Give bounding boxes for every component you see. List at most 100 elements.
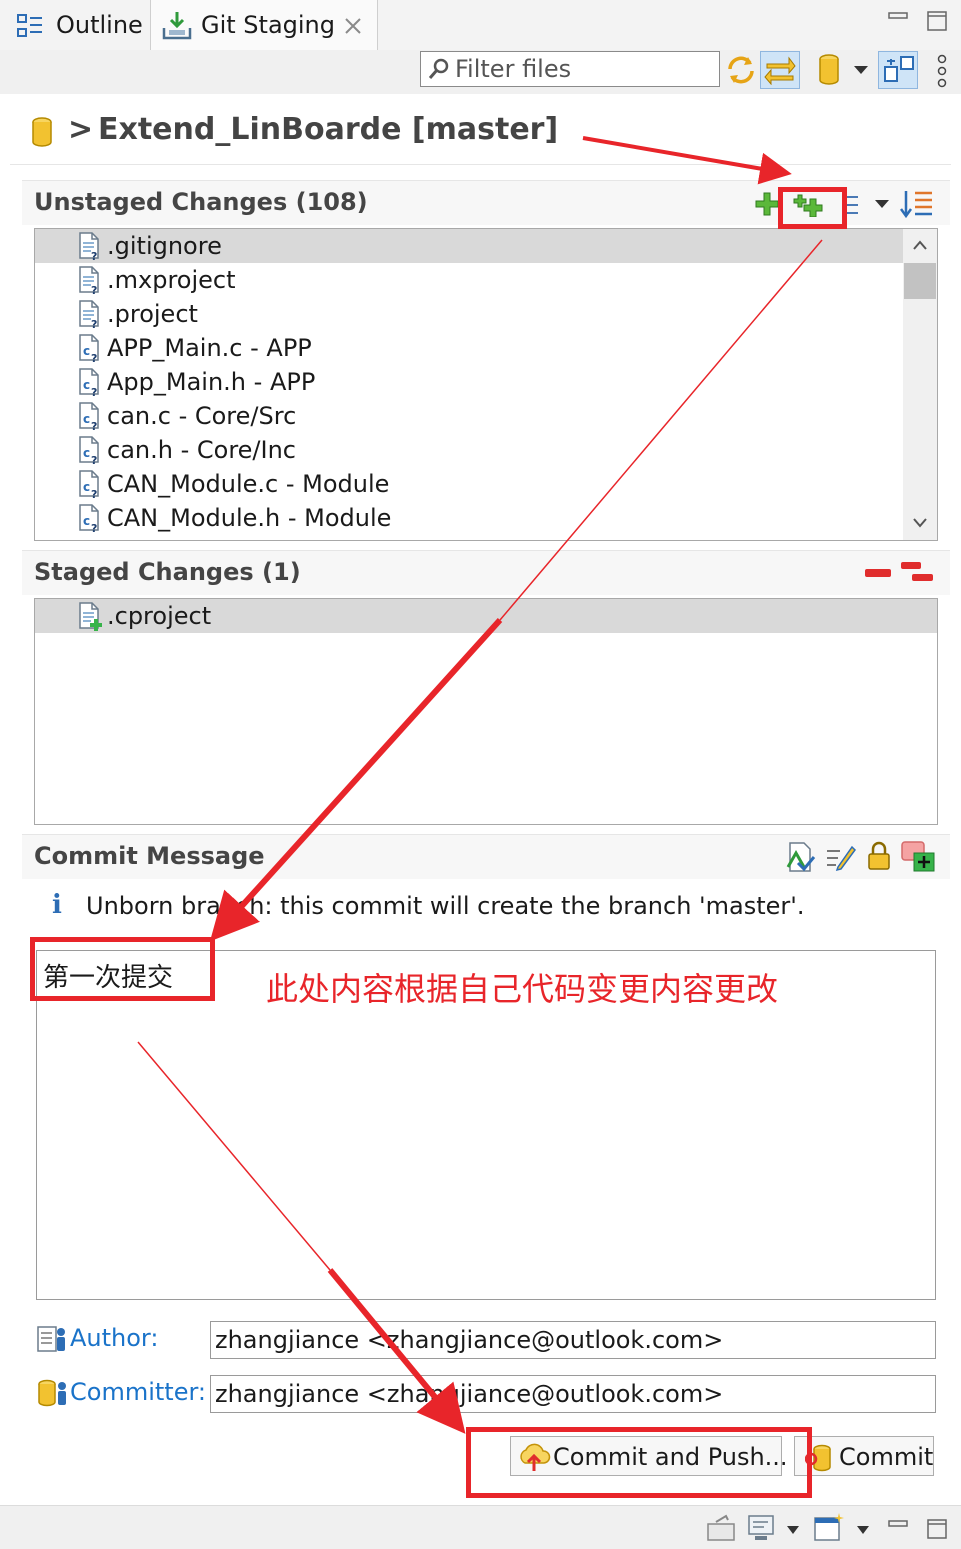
edit-message-icon[interactable] [824, 841, 856, 873]
commit-label: Commit [839, 1443, 934, 1471]
maximize-icon[interactable] [926, 1518, 948, 1540]
committer-field[interactable]: zhangjiance <zhangjiance@outlook.com> [210, 1375, 936, 1413]
author-value: zhangjiance <zhangjiance@outlook.com> [215, 1326, 724, 1354]
tab-git-staging[interactable]: Git Staging [150, 0, 378, 50]
scrollbar-thumb[interactable] [904, 263, 936, 299]
file-icon: c? [79, 402, 99, 431]
svg-text:c: c [83, 344, 90, 358]
file-label: CAN_Module.c - Module [107, 470, 390, 498]
staged-changes-header: Staged Changes (1) [22, 550, 950, 595]
unstage-all-icon[interactable] [900, 559, 934, 585]
svg-text:c: c [83, 412, 90, 426]
file-list-item[interactable]: c? can.h - Core/Inc [35, 433, 903, 467]
repository-icon[interactable] [814, 52, 844, 88]
spell-check-icon[interactable] [784, 841, 816, 873]
file-icon: c? [79, 504, 99, 533]
link-with-selection-icon [764, 56, 796, 85]
unstaged-scrollbar[interactable] [903, 229, 937, 540]
author-field[interactable]: zhangjiance <zhangjiance@outlook.com> [210, 1321, 936, 1359]
staged-files-list[interactable]: .cproject [34, 598, 938, 825]
console-icon[interactable] [746, 1514, 776, 1542]
maximize-icon[interactable] [926, 10, 948, 32]
file-label: .cproject [107, 602, 212, 630]
info-icon: i [52, 890, 62, 920]
file-list-item[interactable]: c? CAN_Module.h - Module [35, 501, 903, 535]
scroll-down-icon[interactable] [912, 517, 928, 529]
close-icon[interactable] [343, 16, 363, 36]
svg-text:c: c [83, 514, 90, 528]
chevron-down-icon[interactable] [786, 1525, 800, 1535]
file-label: can.c - Core/Src [107, 402, 297, 430]
file-icon [79, 602, 102, 631]
tab-git-staging-label: Git Staging [201, 11, 336, 39]
unstage-selected-icon[interactable] [864, 567, 892, 579]
file-list-item[interactable]: ? .mxproject [35, 263, 903, 297]
svg-text:?: ? [91, 250, 97, 261]
signed-off-icon[interactable] [900, 839, 936, 873]
file-icon: ? [79, 300, 99, 329]
staged-changes-title: Staged Changes (1) [34, 558, 301, 586]
refresh-icon[interactable] [724, 53, 758, 87]
repository-title: Extend_LinBoarde [master] [98, 112, 559, 147]
commit-message-header: Commit Message [22, 834, 950, 879]
file-list-item[interactable]: ? .gitignore [35, 229, 903, 263]
unborn-branch-info: Unborn branch: this commit will create t… [86, 892, 805, 920]
file-list-item[interactable]: c? can.c - Core/Src [35, 399, 903, 433]
view-menu-icon[interactable] [934, 54, 950, 88]
file-label: CAN_Module.h - Module [107, 504, 392, 532]
sort-icon[interactable] [900, 189, 934, 219]
svg-text:c: c [83, 446, 90, 460]
commit-message-title: Commit Message [34, 842, 265, 870]
committer-label: Committer: [70, 1378, 206, 1406]
file-icon: ? [79, 232, 99, 261]
file-icon: ? [79, 266, 99, 295]
svg-text:?: ? [91, 318, 97, 329]
author-icon [37, 1326, 65, 1352]
svg-text:?: ? [91, 522, 97, 533]
svg-text:?: ? [91, 284, 97, 295]
commit-info-bar: i Unborn branch: this commit will create… [22, 884, 950, 930]
link-selection-button[interactable] [760, 51, 800, 89]
svg-text:c: c [83, 480, 90, 494]
minimize-icon[interactable] [888, 10, 908, 22]
chevron-down-icon[interactable] [852, 64, 870, 76]
committer-value: zhangjiance <zhangjiance@outlook.com> [215, 1380, 724, 1408]
file-label: .mxproject [107, 266, 236, 294]
file-label: .gitignore [107, 232, 222, 260]
file-icon: c? [79, 436, 99, 465]
repository-prefix: > [68, 112, 94, 147]
file-list-item[interactable]: .cproject [35, 599, 937, 633]
file-icon: c? [79, 368, 99, 397]
filter-files-placeholder: Filter files [455, 55, 572, 83]
progress-icon[interactable] [706, 1514, 736, 1542]
repository-header: > Extend_LinBoarde [master] [10, 94, 951, 165]
unstaged-files-list[interactable]: ? .gitignore? .mxproject ? .project c? APP_Mai… [34, 228, 938, 541]
minimize-icon[interactable] [888, 1518, 908, 1530]
new-window-icon[interactable] [812, 1512, 846, 1542]
svg-text:?: ? [91, 352, 97, 363]
repository-icon [32, 117, 52, 147]
tab-outline-label: Outline [56, 11, 143, 39]
svg-text:?: ? [91, 420, 97, 431]
scroll-up-icon[interactable] [912, 239, 928, 251]
unstaged-changes-title: Unstaged Changes (108) [34, 188, 368, 216]
file-list-item[interactable]: c? App_Main.h - APP [35, 365, 903, 399]
svg-text:?: ? [91, 488, 97, 499]
file-list-item[interactable]: c? CAN_Module.c - Module [35, 467, 903, 501]
tab-outline[interactable]: Outline [0, 0, 150, 50]
commit-button[interactable]: Commit [794, 1436, 934, 1476]
file-list-item[interactable]: ? .project [35, 297, 903, 331]
file-label: App_Main.h - APP [107, 368, 316, 396]
svg-text:?: ? [91, 386, 97, 397]
view-tab-bar: Outline Git Staging [0, 0, 961, 51]
filter-files-input[interactable]: Filter files [420, 51, 720, 87]
file-list-item[interactable]: c? APP_Main.c - APP [35, 331, 903, 365]
chevron-down-icon[interactable] [874, 199, 890, 209]
chevron-down-icon[interactable] [856, 1525, 870, 1535]
lock-icon[interactable] [866, 841, 892, 871]
file-icon: c? [79, 470, 99, 499]
stage-selected-icon[interactable] [754, 191, 780, 217]
annotation-box-stage-all [778, 187, 847, 229]
committer-icon [38, 1379, 66, 1407]
layout-toggle-button[interactable] [878, 51, 918, 89]
